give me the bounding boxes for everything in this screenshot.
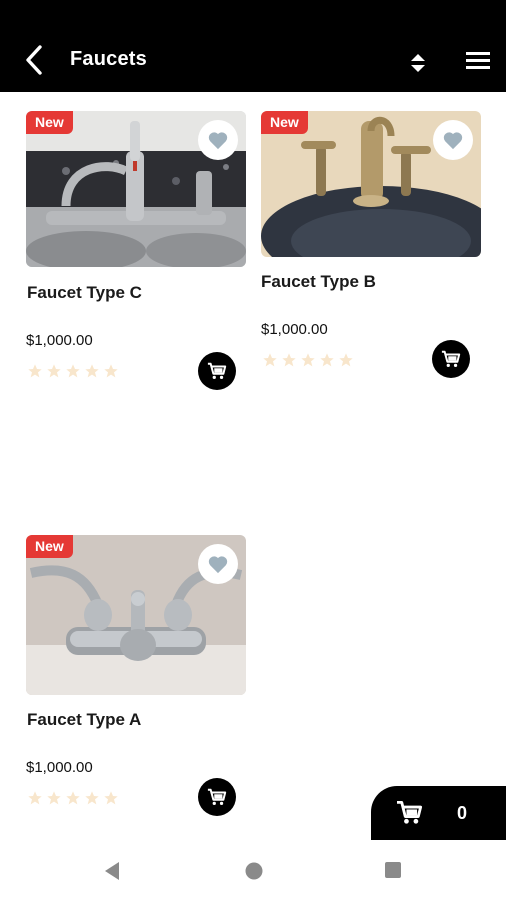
product-name[interactable]: Faucet Type A — [27, 710, 141, 730]
star-icon — [104, 791, 118, 805]
heart-icon — [208, 556, 228, 574]
star-icon — [47, 364, 61, 378]
product-card[interactable]: New Faucet Type A $1,000.00 — [26, 535, 248, 820]
hamburger-menu-icon — [466, 52, 490, 69]
favorite-button[interactable] — [198, 120, 238, 160]
back-arrow-icon — [26, 45, 42, 75]
nav-home-button[interactable] — [244, 861, 264, 886]
app-screen: Faucets New Faucet Type C $1,000.00 New … — [0, 0, 506, 900]
heart-icon — [443, 132, 463, 150]
sort-button[interactable] — [406, 50, 430, 76]
shopping-cart-icon — [441, 350, 461, 367]
star-icon — [66, 364, 80, 378]
star-icon — [301, 353, 315, 367]
star-icon — [66, 791, 80, 805]
favorite-button[interactable] — [433, 120, 473, 160]
favorite-button[interactable] — [198, 544, 238, 584]
nav-recents-icon — [385, 862, 401, 878]
star-icon — [339, 353, 353, 367]
product-card[interactable]: New Faucet Type B $1,000.00 — [261, 111, 483, 381]
cart-count: 0 — [457, 803, 468, 823]
product-name[interactable]: Faucet Type C — [27, 283, 142, 303]
star-icon — [28, 364, 42, 378]
rating-stars — [27, 363, 119, 379]
rating-stars — [27, 790, 119, 806]
star-icon — [282, 353, 296, 367]
new-badge: New — [261, 111, 308, 134]
product-card[interactable]: New Faucet Type C $1,000.00 — [26, 111, 248, 391]
system-navigation-bar — [0, 840, 506, 900]
product-price: $1,000.00 — [26, 759, 93, 776]
add-to-cart-button[interactable] — [198, 778, 236, 816]
nav-back-icon — [105, 862, 119, 880]
nav-home-icon — [245, 862, 263, 880]
page-title: Faucets — [70, 48, 147, 70]
menu-button[interactable] — [464, 49, 492, 73]
product-price: $1,000.00 — [26, 332, 93, 349]
heart-icon — [208, 132, 228, 150]
star-icon — [85, 364, 99, 378]
product-name[interactable]: Faucet Type B — [261, 272, 376, 292]
nav-back-button[interactable] — [103, 861, 121, 886]
shopping-cart-icon — [207, 362, 227, 379]
sort-icon — [411, 54, 425, 72]
nav-recents-button[interactable] — [384, 861, 402, 884]
add-to-cart-button[interactable] — [198, 352, 236, 390]
new-badge: New — [26, 111, 73, 134]
star-icon — [320, 353, 334, 367]
new-badge: New — [26, 535, 73, 558]
back-button[interactable] — [22, 44, 48, 76]
star-icon — [47, 791, 61, 805]
star-icon — [28, 791, 42, 805]
star-icon — [85, 791, 99, 805]
star-icon — [263, 353, 277, 367]
floating-cart-button[interactable]: 0 — [371, 786, 506, 840]
add-to-cart-button[interactable] — [432, 340, 470, 378]
product-price: $1,000.00 — [261, 321, 328, 338]
shopping-cart-icon — [207, 788, 227, 805]
star-icon — [104, 364, 118, 378]
rating-stars — [262, 352, 354, 368]
shopping-cart-icon — [397, 800, 423, 824]
top-app-bar: Faucets — [0, 0, 506, 92]
